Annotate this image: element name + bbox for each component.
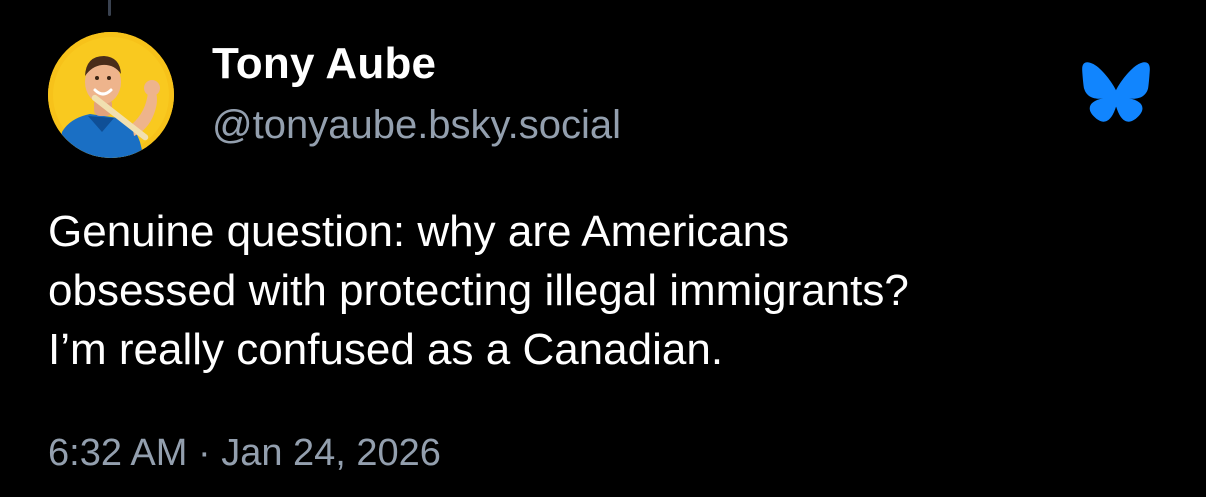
post-timestamp[interactable]: 6:32 AM · Jan 24, 2026 [48,430,441,476]
author-handle[interactable]: @tonyaube.bsky.social [212,101,621,149]
author-display-name[interactable]: Tony Aube [212,38,621,90]
bluesky-butterfly-icon [1082,62,1150,122]
post-text-line: I’m really confused as a Canadian. [48,325,724,374]
post-text-line: Genuine question: why are Americans [48,207,790,256]
author-avatar[interactable] [48,32,174,158]
post-text: Genuine question: why are Americans obse… [48,202,1168,379]
post-text-line: obsessed with protecting illegal immigra… [48,266,909,315]
profile-photo-avatar [48,32,174,158]
post-author: Tony Aube @tonyaube.bsky.social [212,38,621,149]
post-card: Tony Aube @tonyaube.bsky.social Genuine … [0,0,1206,497]
